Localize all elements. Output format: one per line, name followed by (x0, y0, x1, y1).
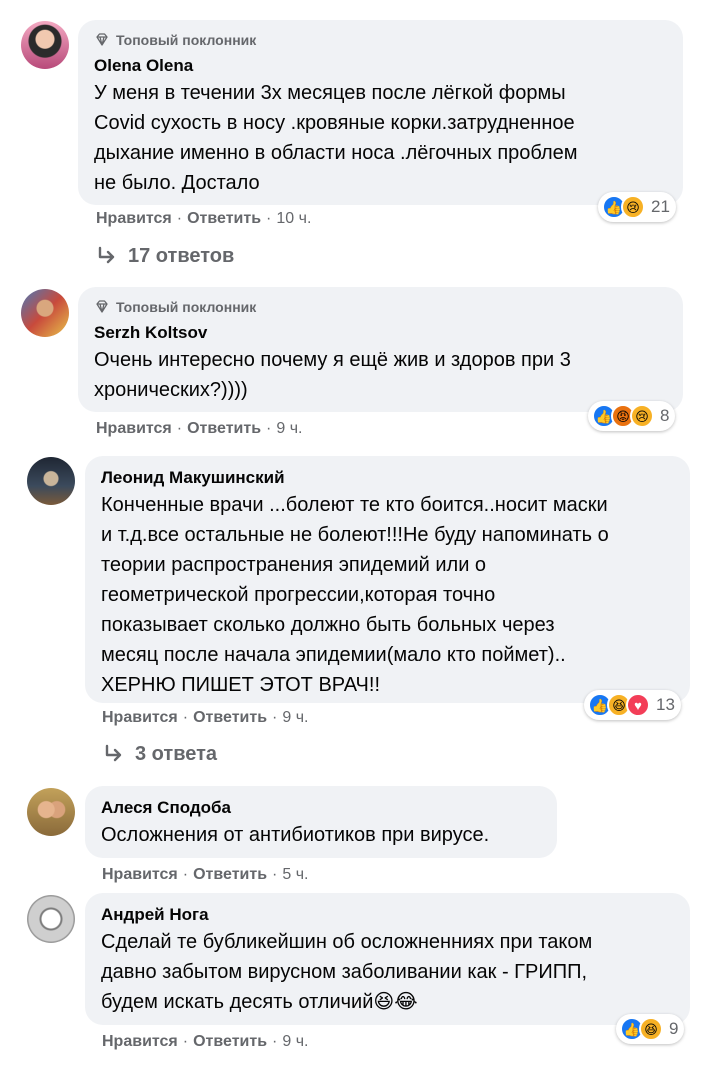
timestamp[interactable]: 9 ч. (282, 709, 308, 727)
reaction-summary[interactable]: 👍 😡 😢 8 (588, 401, 676, 431)
love-icon: ♥ (626, 693, 650, 717)
like-button[interactable]: Нравится (102, 1033, 178, 1051)
reaction-count: 21 (651, 197, 670, 216)
comment-actions: Нравится · Ответить · 9 ч. (102, 707, 308, 729)
badge-label: Топовый поклонник (116, 32, 257, 48)
reply-button[interactable]: Ответить (187, 420, 261, 438)
comment-bubble: Алеся Сподоба Осложнения от антибиотиков… (85, 786, 557, 858)
reaction-count: 8 (660, 406, 670, 425)
reaction-summary[interactable]: 👍 😆 ♥ 13 (584, 690, 681, 720)
separator: · (176, 210, 183, 227)
separator: · (182, 866, 189, 883)
comment-bubble: Топовый поклонник Olena Olena У меня в т… (78, 20, 683, 205)
comment-text: Осложнения от антибиотиков при вирусе. (101, 824, 490, 846)
separator: · (182, 1033, 189, 1050)
reply-button[interactable]: Ответить (193, 1033, 267, 1051)
like-button[interactable]: Нравится (96, 420, 172, 438)
separator: · (176, 420, 183, 437)
separator: · (266, 420, 272, 437)
separator: · (272, 709, 278, 726)
view-replies-link[interactable]: 3 ответа (103, 740, 217, 768)
reaction-summary[interactable]: 👍 😆 9 (616, 1014, 685, 1044)
reply-arrow-icon (105, 744, 122, 762)
comment-bubble: Андрей Нога Сделай те бубликейшин об осл… (85, 893, 690, 1025)
like-button[interactable]: Нравится (102, 709, 178, 727)
avatar[interactable] (27, 457, 75, 505)
badge-label: Топовый поклонник (116, 299, 257, 315)
author-name[interactable]: Serzh Koltsov (94, 321, 667, 345)
top-fan-badge: Топовый поклонник (94, 30, 667, 50)
author-name[interactable]: Леонид Макушинский (101, 466, 674, 490)
separator: · (272, 1033, 278, 1050)
top-fan-badge: Топовый поклонник (94, 297, 667, 317)
replies-label: 3 ответа (135, 742, 218, 765)
sad-icon: 😢 (621, 195, 645, 219)
timestamp[interactable]: 9 ч. (276, 420, 302, 438)
author-name[interactable]: Olena Olena (94, 54, 667, 78)
comment-actions: Нравится · Ответить · 9 ч. (96, 418, 302, 440)
avatar[interactable] (21, 21, 69, 69)
reply-button[interactable]: Ответить (193, 709, 267, 727)
comment-text: Конченные врачи ...болеют те кто боится.… (101, 494, 609, 696)
comment-bubble: Леонид Макушинский Конченные врачи ...бо… (85, 456, 690, 703)
reply-button[interactable]: Ответить (187, 210, 261, 228)
separator: · (182, 709, 189, 726)
author-name[interactable]: Андрей Нога (101, 903, 674, 927)
view-replies-link[interactable]: 17 ответов (96, 242, 234, 270)
like-button[interactable]: Нравится (102, 866, 178, 884)
avatar[interactable] (21, 289, 69, 337)
timestamp[interactable]: 10 ч. (276, 210, 311, 228)
comment-actions: Нравится · Ответить · 5 ч. (102, 864, 308, 886)
haha-icon: 😆 (639, 1017, 663, 1041)
avatar[interactable] (27, 895, 75, 943)
timestamp[interactable]: 9 ч. (282, 1033, 308, 1051)
separator: · (272, 866, 278, 883)
sad-icon: 😢 (630, 404, 654, 428)
timestamp[interactable]: 5 ч. (282, 866, 308, 884)
diamond-icon (96, 33, 108, 46)
reaction-count: 13 (656, 695, 675, 714)
replies-label: 17 ответов (128, 244, 235, 267)
comment-text: Очень интересно почему я ещё жив и здоро… (94, 349, 571, 401)
reaction-summary[interactable]: 👍 😢 21 (598, 192, 676, 222)
reply-button[interactable]: Ответить (193, 866, 267, 884)
avatar[interactable] (27, 788, 75, 836)
like-button[interactable]: Нравится (96, 210, 172, 228)
author-name[interactable]: Алеся Сподоба (101, 796, 541, 820)
diamond-icon (96, 300, 108, 313)
reply-arrow-icon (98, 246, 115, 264)
comment-text: Сделай те бубликейшин об осложненниях пр… (101, 931, 593, 1013)
comment-actions: Нравится · Ответить · 10 ч. (96, 208, 311, 230)
separator: · (266, 210, 272, 227)
comment-actions: Нравится · Ответить · 9 ч. (102, 1031, 308, 1053)
comment-text: У меня в течении 3х месяцев после лёгкой… (94, 82, 578, 194)
reaction-count: 9 (669, 1019, 679, 1038)
comment-bubble: Топовый поклонник Serzh Koltsov Очень ин… (78, 287, 683, 412)
